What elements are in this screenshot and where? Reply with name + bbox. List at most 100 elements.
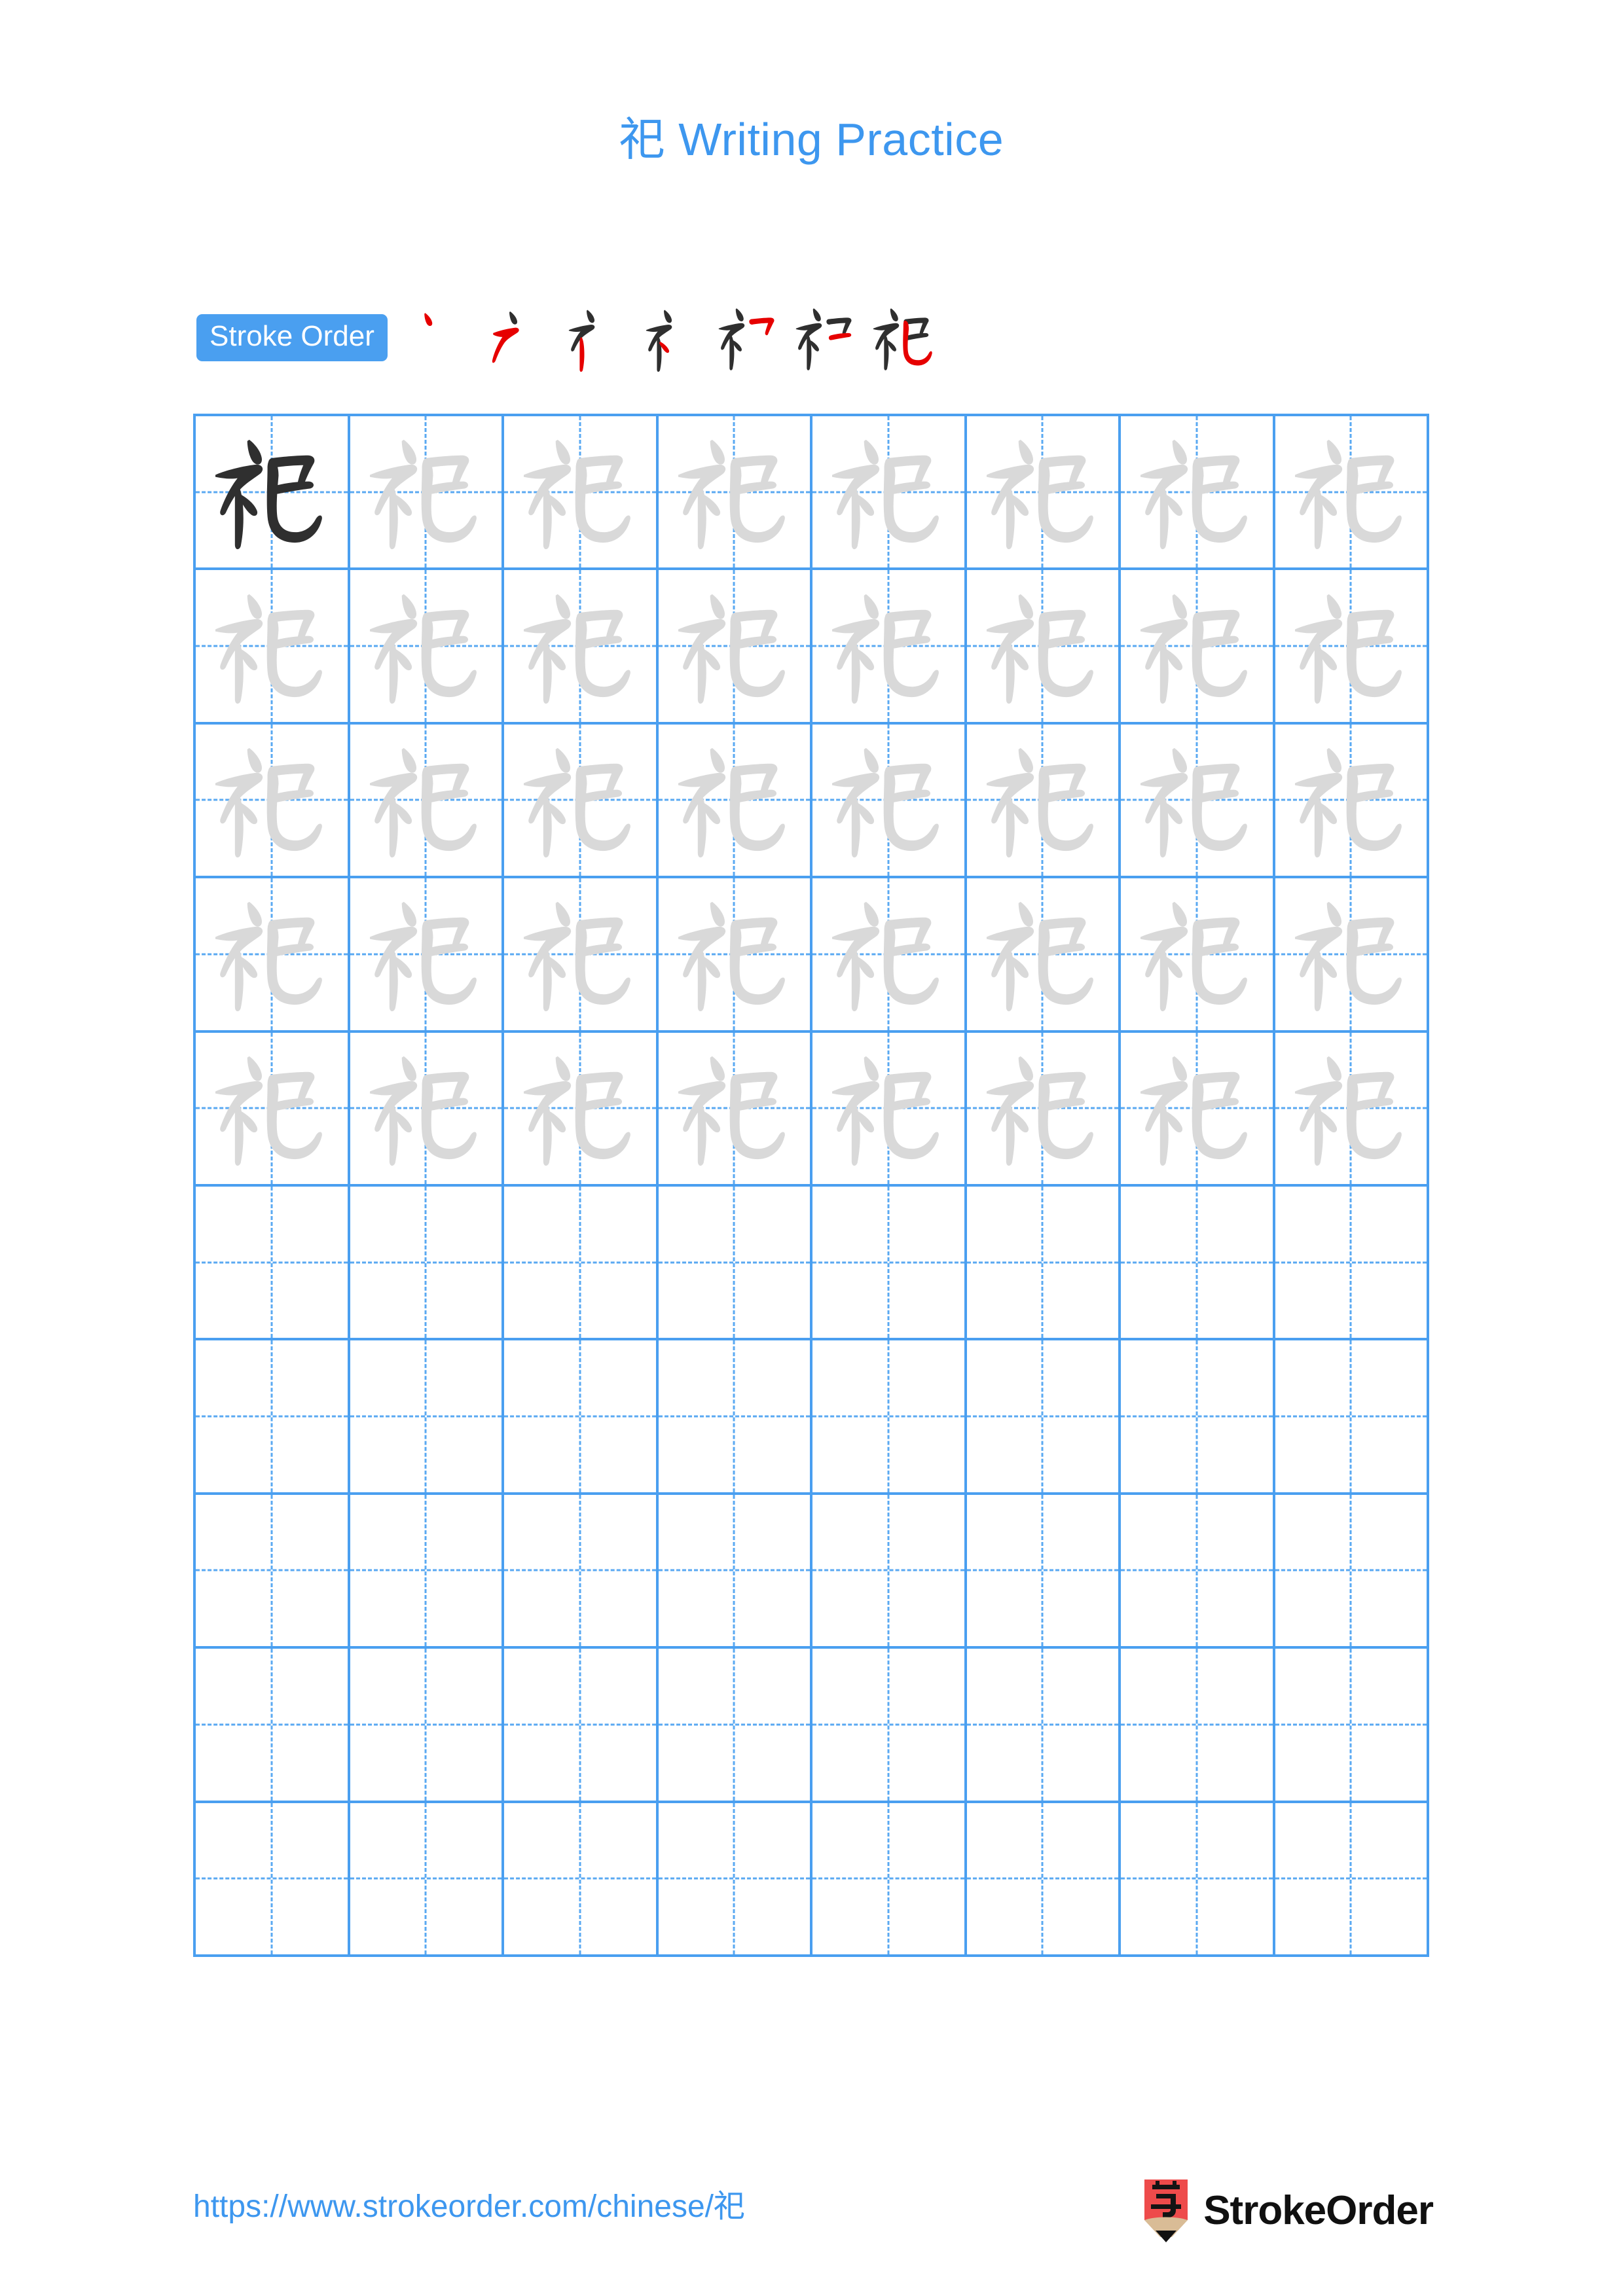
practice-cell[interactable] — [812, 1803, 967, 1957]
practice-cell[interactable] — [966, 570, 1121, 725]
practice-cell[interactable] — [196, 878, 350, 1033]
practice-cell[interactable] — [196, 416, 350, 571]
practice-cell[interactable] — [504, 1340, 659, 1495]
practice-cell[interactable] — [966, 1494, 1121, 1649]
practice-cell[interactable] — [658, 1649, 812, 1803]
practice-cell[interactable] — [196, 1032, 350, 1187]
stroke-step-2 — [479, 299, 556, 376]
trace-character — [812, 570, 964, 721]
practice-cell[interactable] — [966, 1340, 1121, 1495]
stroke-step-7 — [866, 299, 943, 376]
practice-cell[interactable] — [812, 1032, 967, 1187]
practice-cell[interactable] — [1121, 1032, 1275, 1187]
practice-cell[interactable] — [812, 416, 967, 571]
trace-character — [196, 878, 348, 1030]
practice-cell[interactable] — [966, 1803, 1121, 1957]
practice-cell[interactable] — [812, 1649, 967, 1803]
trace-character — [1275, 1033, 1427, 1184]
practice-cell[interactable] — [658, 878, 812, 1033]
trace-character — [504, 878, 656, 1030]
practice-cell[interactable] — [350, 1186, 504, 1341]
practice-cell[interactable] — [1275, 1649, 1429, 1803]
practice-cell[interactable] — [1275, 1186, 1429, 1341]
practice-cell[interactable] — [504, 1803, 659, 1957]
footer-url-link[interactable]: https://www.strokeorder.com/chinese/祀 — [193, 2187, 745, 2227]
practice-cell[interactable] — [350, 570, 504, 725]
practice-cell[interactable] — [658, 1803, 812, 1957]
practice-cell[interactable] — [812, 570, 967, 725]
practice-cell[interactable] — [658, 1186, 812, 1341]
practice-cell[interactable] — [504, 878, 659, 1033]
practice-cell[interactable] — [196, 1649, 350, 1803]
practice-cell[interactable] — [1121, 1494, 1275, 1649]
trace-character — [196, 725, 348, 876]
practice-cell[interactable] — [504, 1032, 659, 1187]
stroke-step-5 — [711, 299, 788, 376]
trace-character — [812, 878, 964, 1030]
practice-cell[interactable] — [1275, 724, 1429, 879]
practice-cell[interactable] — [1121, 416, 1275, 571]
practice-cell[interactable] — [1121, 1186, 1275, 1341]
practice-cell[interactable] — [350, 1494, 504, 1649]
practice-cell[interactable] — [658, 570, 812, 725]
practice-cell[interactable] — [196, 1494, 350, 1649]
practice-cell[interactable] — [812, 878, 967, 1033]
practice-cell[interactable] — [196, 1186, 350, 1341]
practice-cell[interactable] — [1121, 878, 1275, 1033]
practice-cell[interactable] — [196, 1340, 350, 1495]
trace-character — [812, 416, 964, 567]
practice-cell[interactable] — [504, 1494, 659, 1649]
practice-cell[interactable] — [812, 724, 967, 879]
practice-cell[interactable] — [1121, 1803, 1275, 1957]
trace-character — [1121, 1033, 1273, 1184]
trace-character — [659, 570, 811, 721]
practice-cell[interactable] — [812, 1186, 967, 1341]
practice-cell[interactable] — [966, 1032, 1121, 1187]
practice-cell[interactable] — [966, 1649, 1121, 1803]
trace-character — [196, 1033, 348, 1184]
page-title: 祀 Writing Practice — [619, 114, 1004, 165]
practice-cell[interactable] — [966, 1186, 1121, 1341]
practice-cell[interactable] — [350, 416, 504, 571]
page-footer: https://www.strokeorder.com/chinese/祀 St… — [0, 2179, 1623, 2258]
practice-cell[interactable] — [196, 1803, 350, 1957]
practice-cell[interactable] — [658, 1032, 812, 1187]
practice-cell[interactable] — [350, 724, 504, 879]
practice-grid — [193, 414, 1429, 1957]
practice-cell[interactable] — [350, 1032, 504, 1187]
practice-cell[interactable] — [1275, 1494, 1429, 1649]
practice-cell[interactable] — [1121, 724, 1275, 879]
practice-cell[interactable] — [504, 416, 659, 571]
practice-cell[interactable] — [658, 724, 812, 879]
practice-cell[interactable] — [658, 1340, 812, 1495]
practice-cell[interactable] — [350, 878, 504, 1033]
practice-cell[interactable] — [1275, 878, 1429, 1033]
trace-character — [967, 1033, 1119, 1184]
practice-cell[interactable] — [966, 878, 1121, 1033]
practice-cell[interactable] — [504, 570, 659, 725]
trace-character — [504, 1033, 656, 1184]
practice-cell[interactable] — [350, 1803, 504, 1957]
practice-cell[interactable] — [1121, 1340, 1275, 1495]
practice-cell[interactable] — [196, 570, 350, 725]
practice-cell[interactable] — [350, 1340, 504, 1495]
practice-cell[interactable] — [658, 1494, 812, 1649]
practice-cell[interactable] — [812, 1494, 967, 1649]
practice-cell[interactable] — [966, 724, 1121, 879]
practice-cell[interactable] — [1275, 1032, 1429, 1187]
practice-cell[interactable] — [504, 1649, 659, 1803]
practice-cell[interactable] — [504, 1186, 659, 1341]
practice-cell[interactable] — [1121, 570, 1275, 725]
practice-cell[interactable] — [196, 724, 350, 879]
practice-cell[interactable] — [1275, 416, 1429, 571]
practice-cell[interactable] — [1275, 1340, 1429, 1495]
practice-cell[interactable] — [1275, 570, 1429, 725]
practice-cell[interactable] — [350, 1649, 504, 1803]
practice-cell[interactable] — [966, 416, 1121, 571]
practice-cell[interactable] — [1121, 1649, 1275, 1803]
practice-cell[interactable] — [812, 1340, 967, 1495]
brand-logo[interactable]: StrokeOrder — [1142, 2179, 1434, 2242]
practice-cell[interactable] — [1275, 1803, 1429, 1957]
practice-cell[interactable] — [504, 724, 659, 879]
practice-cell[interactable] — [658, 416, 812, 571]
